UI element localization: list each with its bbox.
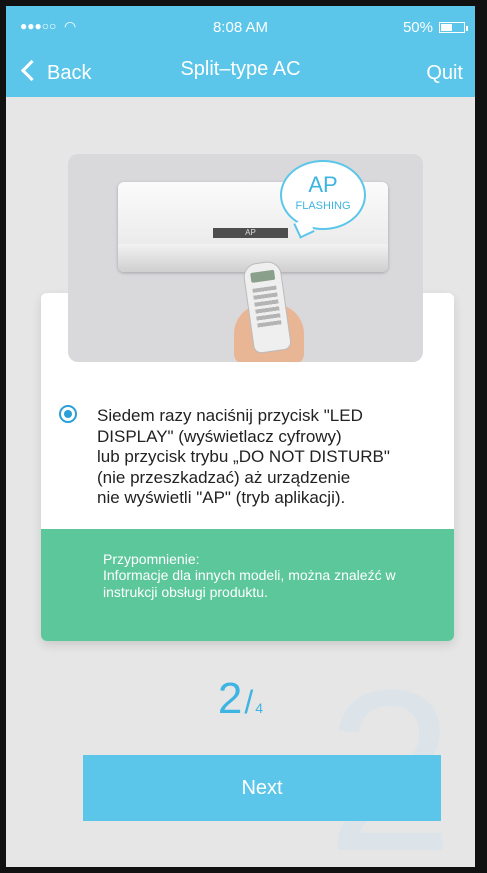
ac-illustration: AP AP FLASHING <box>68 154 423 362</box>
step-total: 4 <box>255 700 264 716</box>
instruction-radio[interactable] <box>59 405 77 423</box>
next-button[interactable]: Next <box>83 755 441 821</box>
remote-screen <box>250 269 276 283</box>
ap-flashing-bubble: AP FLASHING <box>280 160 366 239</box>
reminder-body: Informacje dla innych modeli, można znal… <box>103 567 396 600</box>
status-bar: ●●●○○ ◠ 8:08 AM 50% <box>6 18 475 39</box>
bubble-flashing-text: FLASHING <box>295 200 351 212</box>
battery-icon <box>439 22 465 33</box>
step-indicator: 2/4 <box>6 674 475 724</box>
page-title: Split–type AC <box>180 58 301 80</box>
step-current: 2 <box>217 674 243 723</box>
app-frame: ●●●○○ ◠ 8:08 AM 50% Back Split–type AC Q… <box>0 0 487 873</box>
radio-selected-dot <box>64 410 72 418</box>
quit-button[interactable]: Quit <box>426 62 463 85</box>
bubble-ap-text: AP <box>308 172 338 197</box>
instruction-text: Siedem razy naciśnij przycisk "LED DISPL… <box>97 406 390 507</box>
ac-display: AP <box>213 228 288 238</box>
header: ●●●○○ ◠ 8:08 AM 50% Back Split–type AC Q… <box>6 6 475 97</box>
reminder-panel: Przypomnienie: Informacje dla innych mod… <box>41 529 454 641</box>
step-separator: / <box>244 684 254 720</box>
nav-bar: Back Split–type AC Quit <box>6 58 475 92</box>
battery-percent: 50% <box>402 19 433 36</box>
battery-tip <box>466 26 468 31</box>
reminder-title: Przypomnienie: <box>103 551 200 567</box>
remote-buttons <box>252 285 282 329</box>
